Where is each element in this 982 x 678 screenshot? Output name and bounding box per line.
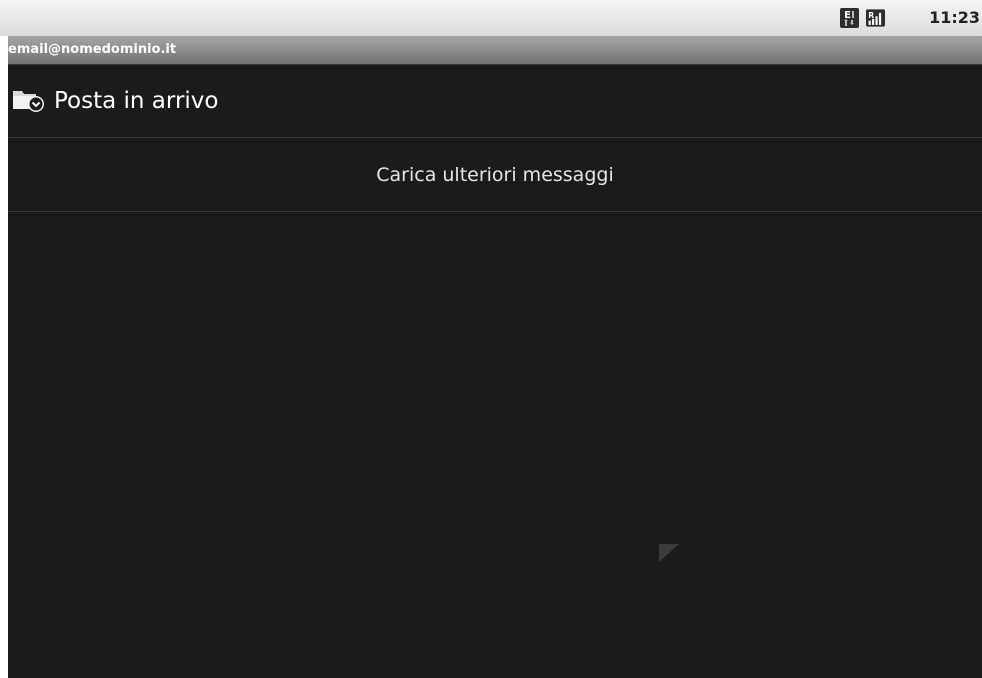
account-email: email@nomedominio.it	[8, 42, 177, 57]
list-divider	[8, 211, 982, 212]
inbox-folder-icon	[13, 91, 44, 112]
corner-handle-icon	[659, 544, 679, 562]
folder-title: Posta in arrivo	[54, 88, 219, 114]
signal-strength-icon: R	[866, 9, 885, 27]
status-bar: E R 11:23	[0, 0, 982, 36]
email-app-screen: E R 11:23 email@nomedominio.it Posta in …	[0, 0, 982, 678]
edge-network-icon: E	[840, 8, 859, 28]
status-time: 11:23	[929, 8, 980, 27]
svg-text:E: E	[844, 10, 851, 21]
load-more-messages-button[interactable]: Carica ulteriori messaggi	[8, 138, 982, 211]
message-list-view: Posta in arrivo Carica ulteriori messagg…	[8, 65, 982, 678]
folder-header: Posta in arrivo	[8, 65, 982, 137]
svg-text:R: R	[868, 11, 874, 20]
account-bar: email@nomedominio.it	[8, 36, 982, 65]
load-more-label: Carica ulteriori messaggi	[376, 163, 614, 186]
